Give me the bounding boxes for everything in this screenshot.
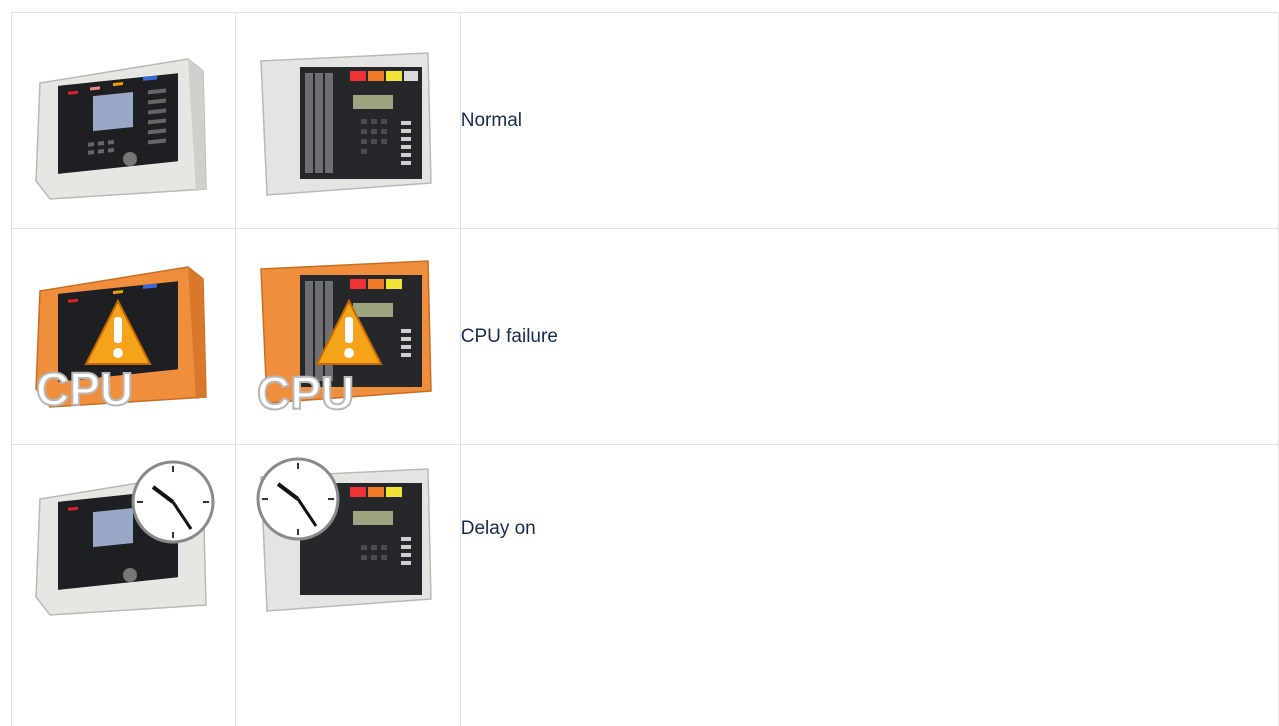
state-label: Normal [460,13,1278,229]
cpu-label-icon: CPU [257,367,354,419]
cpu-overlay-text: CPU [257,367,354,419]
table-row: CPU [12,229,1279,445]
icon-cell: CPU [235,229,460,445]
state-label: CPU failure [460,229,1278,445]
clock-icon [258,459,338,539]
status-table: Normal CPU [11,12,1279,726]
icon-cell [235,13,460,229]
fire-panel-touchscreen-icon [28,41,218,201]
icon-cell [12,13,236,229]
fire-panel-keypad-icon [253,41,443,201]
state-label: Delay on [460,445,1278,726]
fire-panel-touchscreen-icon [28,457,218,622]
table-row: Delay on [12,445,1279,726]
table-row: Normal [12,13,1279,229]
clock-icon [133,462,213,542]
fire-panel-keypad-icon [253,457,443,622]
icon-cell: CPU [12,229,236,445]
cpu-overlay-text: CPU [36,363,133,415]
fire-panel-touchscreen-icon: CPU [28,249,218,424]
icon-cell [235,445,460,726]
icon-cell [12,445,236,726]
cpu-label-icon: CPU [36,363,133,415]
fire-panel-keypad-icon: CPU [253,249,443,424]
